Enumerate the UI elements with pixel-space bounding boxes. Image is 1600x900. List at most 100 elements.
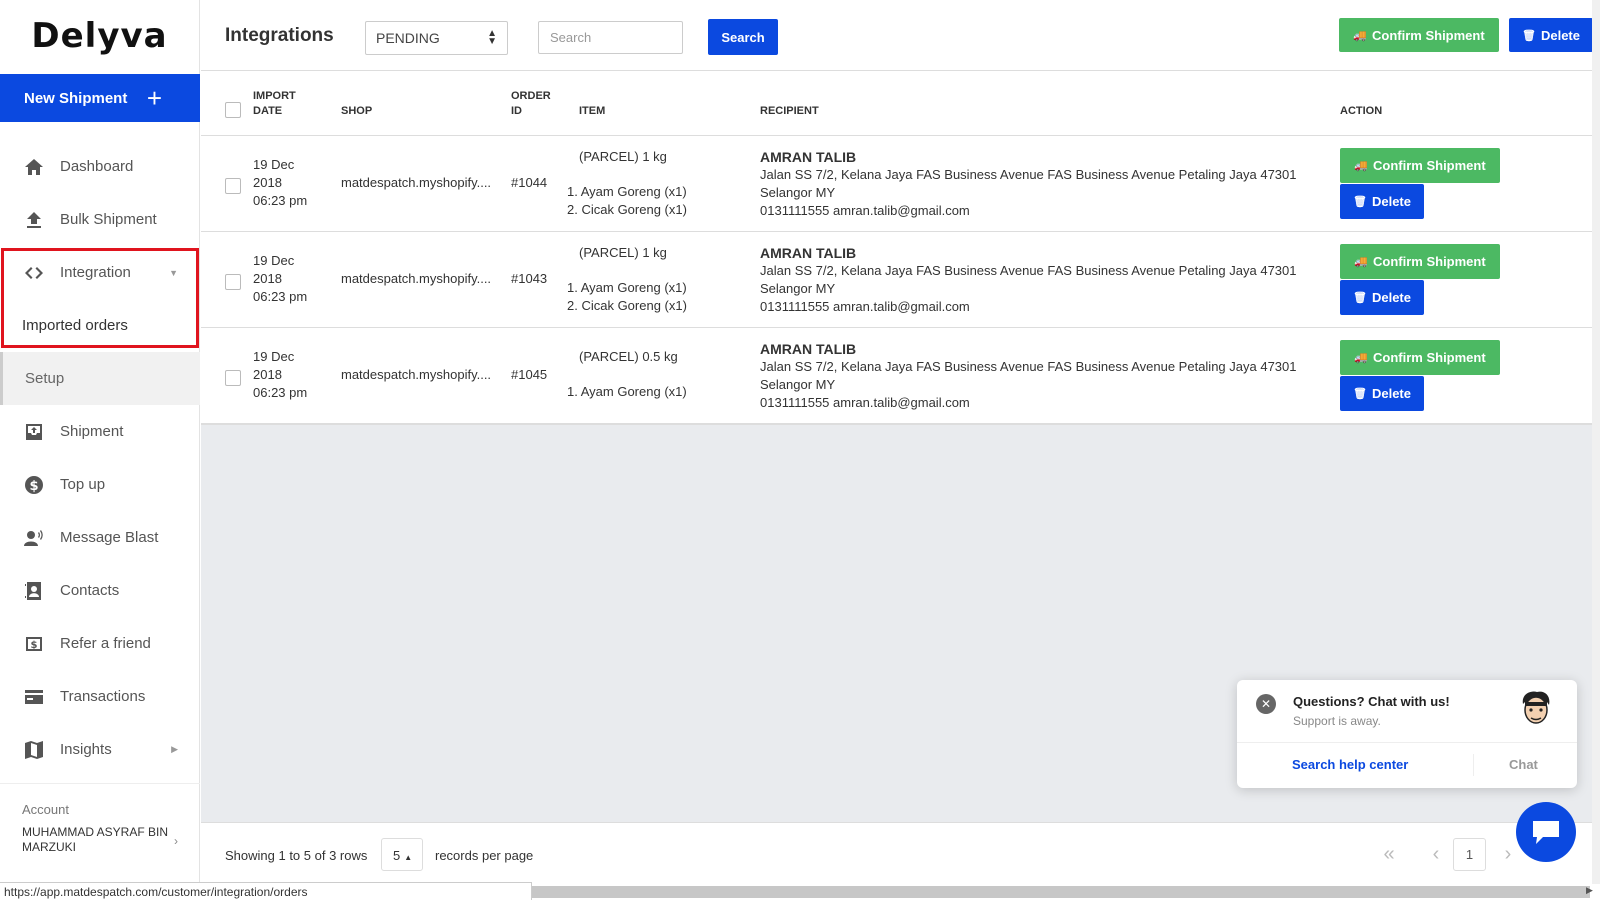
records-per-page-select[interactable]: 5 ▲ [381, 838, 423, 871]
sidebar-item-integration[interactable]: Integration ▼ [0, 246, 200, 299]
records-per-page-value: 5 [393, 848, 401, 863]
search-button[interactable]: Search [708, 19, 778, 55]
chat-link[interactable]: Chat [1509, 757, 1538, 772]
shop-name: matdespatch.myshopify.... [341, 271, 492, 286]
list-item: 1. Ayam Goreng (x1) [567, 384, 687, 399]
account-section[interactable]: Account MUHAMMAD ASYRAF BIN MARZUKI › [0, 783, 200, 855]
row-checkbox[interactable] [225, 274, 241, 290]
truck-icon: 🚚 [1353, 29, 1368, 42]
confirm-shipment-button[interactable]: 🚚 Confirm Shipment [1339, 18, 1499, 52]
card-icon [22, 685, 46, 709]
browser-status-bar: https://app.matdespatch.com/customer/int… [0, 882, 532, 900]
svg-text:$: $ [31, 640, 38, 651]
previous-page-icon[interactable]: ‹ [1421, 838, 1451, 871]
caret-right-icon: ▶ [171, 744, 178, 754]
scroll-right-icon[interactable]: ▶ [1586, 885, 1593, 896]
trash-icon: 🗑 [1353, 292, 1367, 304]
row-checkbox[interactable] [225, 370, 241, 386]
parcel-weight: (PARCEL) 0.5 kg [579, 349, 678, 364]
row-confirm-shipment-button[interactable]: 🚚 Confirm Shipment [1340, 148, 1500, 183]
column-header-import-date: IMPORT DATE [253, 90, 296, 117]
sidebar-nav: Dashboard Bulk Shipment Integration ▼ Im… [0, 140, 200, 776]
recipient-address: Jalan SS 7/2, Kelana Jaya FAS Business A… [760, 263, 1297, 278]
sidebar-item-insights[interactable]: Insights ▶ [0, 723, 200, 776]
table-row: 19 Dec 2018 06:23 pm matdespatch.myshopify… [201, 232, 1600, 328]
chat-divider [1237, 742, 1577, 743]
chat-launcher-button[interactable] [1516, 802, 1576, 862]
sidebar-item-dashboard[interactable]: Dashboard [0, 140, 200, 193]
sidebar-item-label: Top up [60, 476, 106, 493]
column-header-action: ACTION [1340, 105, 1383, 117]
rows-summary: Showing 1 to 5 of 3 rows [225, 848, 368, 863]
item-list: 1. Ayam Goreng (x1) [567, 383, 687, 401]
row-delete-button[interactable]: 🗑 Delete [1340, 280, 1424, 315]
sidebar-item-shipment[interactable]: Shipment [0, 405, 200, 458]
sidebar-item-label: Shipment [60, 423, 124, 440]
logo-text: Delyva [31, 16, 168, 56]
home-icon [22, 155, 46, 179]
search-help-center-link[interactable]: Search help center [1292, 757, 1408, 772]
sidebar-item-transactions[interactable]: Transactions [0, 670, 200, 723]
sidebar-item-setup[interactable]: Setup [0, 352, 200, 405]
recipient-info: AMRAN TALIB Jalan SS 7/2, Kelana Jaya FA… [760, 244, 1297, 316]
row-confirm-shipment-button[interactable]: 🚚 Confirm Shipment [1340, 340, 1500, 375]
column-header-item: ITEM [579, 105, 606, 117]
status-filter-value: PENDING [376, 30, 440, 46]
new-shipment-button[interactable]: New Shipment + [0, 74, 200, 122]
vertical-scrollbar[interactable] [1592, 0, 1600, 884]
recipient-name: AMRAN TALIB [760, 149, 857, 165]
recipient-info: AMRAN TALIB Jalan SS 7/2, Kelana Jaya FA… [760, 148, 1297, 220]
truck-icon: 🚚 [1354, 160, 1369, 172]
plus-icon: + [146, 83, 162, 113]
trash-icon: 🗑 [1522, 29, 1536, 42]
close-icon[interactable]: ✕ [1256, 694, 1276, 714]
sidebar-item-label: Refer a friend [60, 635, 151, 652]
chat-subtitle: Support is away. [1293, 714, 1381, 728]
inbox-icon [22, 420, 46, 444]
confirm-shipment-label: Confirm Shipment [1372, 27, 1485, 43]
page-number-button[interactable]: 1 [1453, 838, 1486, 871]
recipient-info: AMRAN TALIB Jalan SS 7/2, Kelana Jaya FA… [760, 340, 1297, 412]
row-confirm-shipment-button[interactable]: 🚚 Confirm Shipment [1340, 244, 1500, 279]
column-header-order-id: ORDER ID [511, 90, 551, 117]
recipient-name: AMRAN TALIB [760, 341, 857, 357]
logo[interactable]: Delyva [0, 0, 199, 72]
import-date: 19 Dec 2018 06:23 pm [253, 157, 308, 208]
sidebar-item-imported-orders[interactable]: Imported orders [0, 299, 200, 352]
support-avatar-icon [1522, 691, 1550, 724]
recipient-contact: 0131111555 amran.talib@gmail.com [760, 203, 970, 218]
sidebar-item-bulk-shipment[interactable]: Bulk Shipment [0, 193, 200, 246]
list-item: 2. Cicak Goreng (x1) [567, 298, 687, 313]
recipient-contact: 0131111555 amran.talib@gmail.com [760, 299, 970, 314]
status-filter-select[interactable]: PENDING ▲ ▼ [365, 21, 508, 55]
sidebar-item-label: Contacts [60, 582, 120, 599]
recipient-state: Selangor MY [760, 377, 836, 392]
chat-title: Questions? Chat with us! [1293, 694, 1450, 709]
sidebar-item-message-blast[interactable]: Message Blast [0, 511, 200, 564]
search-input[interactable] [538, 21, 683, 54]
sidebar-item-refer-a-friend[interactable]: $ Refer a friend [0, 617, 200, 670]
svg-text:$: $ [29, 479, 38, 494]
code-icon [22, 261, 46, 285]
sidebar-item-contacts[interactable]: Contacts [0, 564, 200, 617]
select-all-checkbox[interactable] [225, 102, 241, 118]
table-row: 19 Dec 2018 06:23 pm matdespatch.myshopify… [201, 328, 1600, 424]
delete-button[interactable]: 🗑 Delete [1509, 18, 1593, 52]
delete-label: Delete [1540, 27, 1580, 43]
sidebar-item-label: Message Blast [60, 529, 159, 546]
next-page-icon[interactable]: › [1496, 838, 1520, 871]
first-page-icon[interactable]: « [1369, 838, 1409, 871]
caret-down-icon: ▼ [169, 267, 178, 278]
recipient-name: AMRAN TALIB [760, 245, 857, 261]
list-item: 1. Ayam Goreng (x1) [567, 280, 687, 295]
row-delete-button[interactable]: 🗑 Delete [1340, 184, 1424, 219]
list-item: 1. Ayam Goreng (x1) [567, 184, 687, 199]
order-id: #1043 [511, 271, 548, 286]
truck-icon: 🚚 [1354, 256, 1369, 268]
sidebar-item-top-up[interactable]: $ Top up [0, 458, 200, 511]
horizontal-scrollbar[interactable] [532, 886, 1590, 898]
row-delete-button[interactable]: 🗑 Delete [1340, 376, 1424, 411]
row-checkbox[interactable] [225, 178, 241, 194]
sidebar-item-label: Imported orders [22, 317, 128, 334]
trash-icon: 🗑 [1353, 196, 1367, 208]
